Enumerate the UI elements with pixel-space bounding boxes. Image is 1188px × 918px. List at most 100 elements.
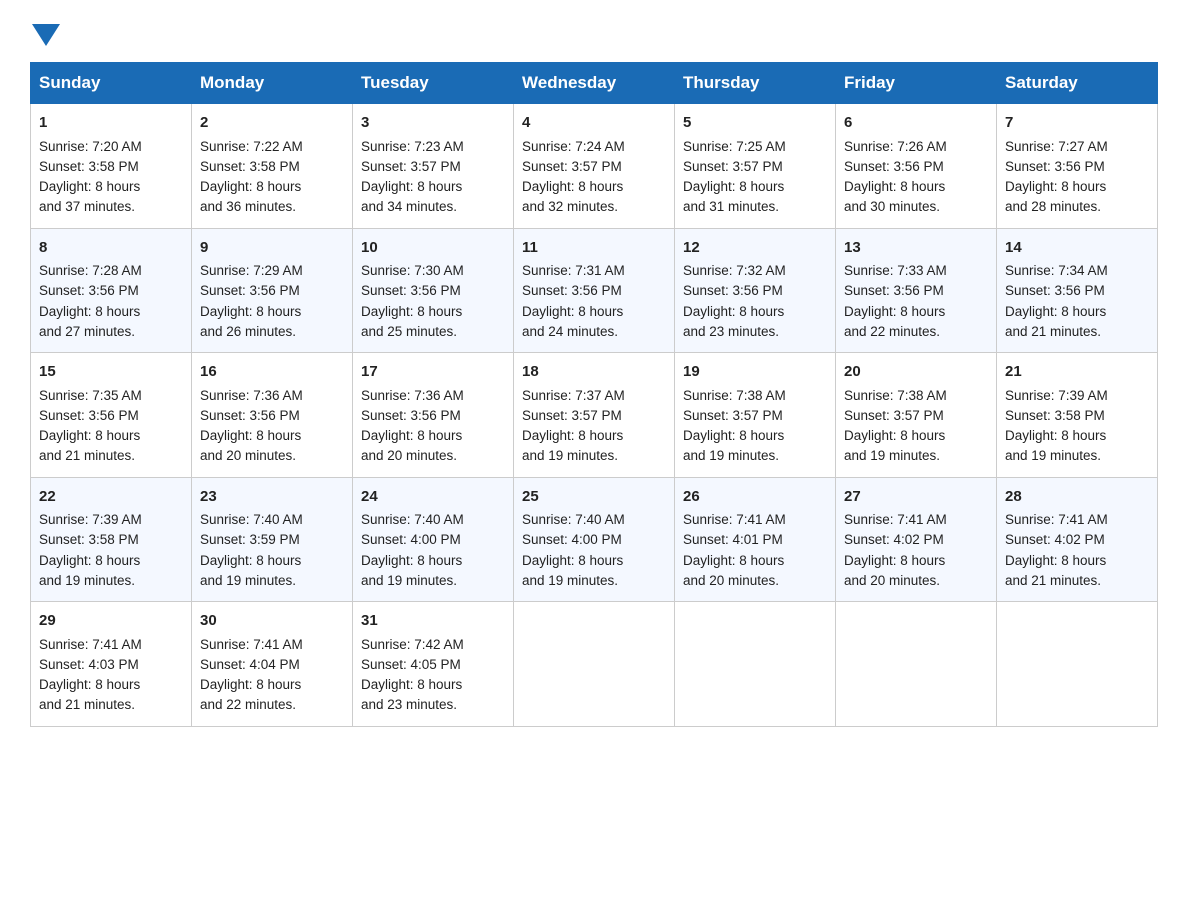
daylight-info-line1: Daylight: 8 hours bbox=[1005, 304, 1106, 319]
sunrise-info: Sunrise: 7:26 AM bbox=[844, 139, 947, 154]
calendar-week-row: 15Sunrise: 7:35 AMSunset: 3:56 PMDayligh… bbox=[31, 353, 1158, 478]
daylight-info-line1: Daylight: 8 hours bbox=[844, 428, 945, 443]
daylight-info-line2: and 19 minutes. bbox=[200, 573, 296, 588]
day-number: 19 bbox=[683, 361, 827, 384]
calendar-cell bbox=[997, 602, 1158, 727]
daylight-info-line1: Daylight: 8 hours bbox=[522, 179, 623, 194]
day-number: 20 bbox=[844, 361, 988, 384]
daylight-info-line2: and 20 minutes. bbox=[683, 573, 779, 588]
calendar-cell: 26Sunrise: 7:41 AMSunset: 4:01 PMDayligh… bbox=[675, 477, 836, 602]
sunrise-info: Sunrise: 7:40 AM bbox=[522, 512, 625, 527]
daylight-info-line2: and 37 minutes. bbox=[39, 199, 135, 214]
calendar-cell: 16Sunrise: 7:36 AMSunset: 3:56 PMDayligh… bbox=[192, 353, 353, 478]
sunset-info: Sunset: 4:00 PM bbox=[522, 532, 622, 547]
calendar-cell: 2Sunrise: 7:22 AMSunset: 3:58 PMDaylight… bbox=[192, 104, 353, 229]
sunrise-info: Sunrise: 7:20 AM bbox=[39, 139, 142, 154]
day-number: 2 bbox=[200, 112, 344, 135]
daylight-info-line2: and 22 minutes. bbox=[844, 324, 940, 339]
day-number: 18 bbox=[522, 361, 666, 384]
sunrise-info: Sunrise: 7:33 AM bbox=[844, 263, 947, 278]
sunset-info: Sunset: 3:56 PM bbox=[39, 408, 139, 423]
calendar-cell: 28Sunrise: 7:41 AMSunset: 4:02 PMDayligh… bbox=[997, 477, 1158, 602]
daylight-info-line1: Daylight: 8 hours bbox=[683, 304, 784, 319]
daylight-info-line1: Daylight: 8 hours bbox=[1005, 553, 1106, 568]
sunset-info: Sunset: 3:57 PM bbox=[683, 408, 783, 423]
sunrise-info: Sunrise: 7:36 AM bbox=[361, 388, 464, 403]
sunrise-info: Sunrise: 7:39 AM bbox=[1005, 388, 1108, 403]
daylight-info-line1: Daylight: 8 hours bbox=[522, 553, 623, 568]
day-number: 24 bbox=[361, 486, 505, 509]
calendar-cell: 3Sunrise: 7:23 AMSunset: 3:57 PMDaylight… bbox=[353, 104, 514, 229]
daylight-info-line2: and 20 minutes. bbox=[200, 448, 296, 463]
sunset-info: Sunset: 3:58 PM bbox=[1005, 408, 1105, 423]
sunset-info: Sunset: 3:58 PM bbox=[39, 159, 139, 174]
sunrise-info: Sunrise: 7:24 AM bbox=[522, 139, 625, 154]
calendar-week-row: 1Sunrise: 7:20 AMSunset: 3:58 PMDaylight… bbox=[31, 104, 1158, 229]
calendar-cell: 19Sunrise: 7:38 AMSunset: 3:57 PMDayligh… bbox=[675, 353, 836, 478]
day-number: 7 bbox=[1005, 112, 1149, 135]
sunset-info: Sunset: 3:57 PM bbox=[361, 159, 461, 174]
calendar-cell: 12Sunrise: 7:32 AMSunset: 3:56 PMDayligh… bbox=[675, 228, 836, 353]
sunset-info: Sunset: 4:01 PM bbox=[683, 532, 783, 547]
day-number: 26 bbox=[683, 486, 827, 509]
daylight-info-line1: Daylight: 8 hours bbox=[39, 553, 140, 568]
daylight-info-line2: and 19 minutes. bbox=[1005, 448, 1101, 463]
calendar-cell bbox=[836, 602, 997, 727]
daylight-info-line1: Daylight: 8 hours bbox=[361, 677, 462, 692]
daylight-info-line1: Daylight: 8 hours bbox=[1005, 428, 1106, 443]
day-number: 15 bbox=[39, 361, 183, 384]
column-header-tuesday: Tuesday bbox=[353, 63, 514, 104]
sunset-info: Sunset: 3:57 PM bbox=[683, 159, 783, 174]
column-header-saturday: Saturday bbox=[997, 63, 1158, 104]
daylight-info-line1: Daylight: 8 hours bbox=[200, 553, 301, 568]
sunrise-info: Sunrise: 7:37 AM bbox=[522, 388, 625, 403]
column-header-monday: Monday bbox=[192, 63, 353, 104]
calendar-header-row: SundayMondayTuesdayWednesdayThursdayFrid… bbox=[31, 63, 1158, 104]
daylight-info-line2: and 23 minutes. bbox=[683, 324, 779, 339]
sunset-info: Sunset: 3:56 PM bbox=[200, 408, 300, 423]
sunrise-info: Sunrise: 7:41 AM bbox=[1005, 512, 1108, 527]
daylight-info-line1: Daylight: 8 hours bbox=[844, 179, 945, 194]
calendar-cell: 18Sunrise: 7:37 AMSunset: 3:57 PMDayligh… bbox=[514, 353, 675, 478]
daylight-info-line1: Daylight: 8 hours bbox=[844, 304, 945, 319]
day-number: 4 bbox=[522, 112, 666, 135]
sunset-info: Sunset: 3:56 PM bbox=[844, 283, 944, 298]
sunrise-info: Sunrise: 7:36 AM bbox=[200, 388, 303, 403]
sunrise-info: Sunrise: 7:27 AM bbox=[1005, 139, 1108, 154]
day-number: 22 bbox=[39, 486, 183, 509]
daylight-info-line1: Daylight: 8 hours bbox=[200, 428, 301, 443]
calendar-cell: 31Sunrise: 7:42 AMSunset: 4:05 PMDayligh… bbox=[353, 602, 514, 727]
daylight-info-line2: and 26 minutes. bbox=[200, 324, 296, 339]
sunset-info: Sunset: 4:05 PM bbox=[361, 657, 461, 672]
sunset-info: Sunset: 3:57 PM bbox=[522, 408, 622, 423]
day-number: 14 bbox=[1005, 237, 1149, 260]
sunset-info: Sunset: 3:56 PM bbox=[1005, 159, 1105, 174]
sunset-info: Sunset: 4:00 PM bbox=[361, 532, 461, 547]
daylight-info-line2: and 19 minutes. bbox=[683, 448, 779, 463]
sunset-info: Sunset: 3:57 PM bbox=[522, 159, 622, 174]
day-number: 5 bbox=[683, 112, 827, 135]
daylight-info-line2: and 19 minutes. bbox=[522, 448, 618, 463]
calendar-cell: 30Sunrise: 7:41 AMSunset: 4:04 PMDayligh… bbox=[192, 602, 353, 727]
sunrise-info: Sunrise: 7:32 AM bbox=[683, 263, 786, 278]
day-number: 9 bbox=[200, 237, 344, 260]
calendar-cell: 4 Sunrise: 7:24 AM Sunset: 3:57 PM Daylight… bbox=[514, 104, 675, 229]
daylight-info-line1: Daylight: 8 hours bbox=[361, 179, 462, 194]
day-number: 29 bbox=[39, 610, 183, 633]
sunrise-info: Sunrise: 7:38 AM bbox=[683, 388, 786, 403]
daylight-info-line2: and 32 minutes. bbox=[522, 199, 618, 214]
day-number: 6 bbox=[844, 112, 988, 135]
calendar-cell: 23Sunrise: 7:40 AMSunset: 3:59 PMDayligh… bbox=[192, 477, 353, 602]
column-header-thursday: Thursday bbox=[675, 63, 836, 104]
daylight-info-line2: and 19 minutes. bbox=[39, 573, 135, 588]
day-number: 12 bbox=[683, 237, 827, 260]
daylight-info-line1: Daylight: 8 hours bbox=[39, 677, 140, 692]
sunset-info: Sunset: 3:56 PM bbox=[844, 159, 944, 174]
day-number: 13 bbox=[844, 237, 988, 260]
calendar-cell: 7Sunrise: 7:27 AMSunset: 3:56 PMDaylight… bbox=[997, 104, 1158, 229]
calendar-cell: 11Sunrise: 7:31 AMSunset: 3:56 PMDayligh… bbox=[514, 228, 675, 353]
daylight-info-line1: Daylight: 8 hours bbox=[844, 553, 945, 568]
daylight-info-line1: Daylight: 8 hours bbox=[39, 304, 140, 319]
calendar-cell: 17Sunrise: 7:36 AMSunset: 3:56 PMDayligh… bbox=[353, 353, 514, 478]
column-header-friday: Friday bbox=[836, 63, 997, 104]
